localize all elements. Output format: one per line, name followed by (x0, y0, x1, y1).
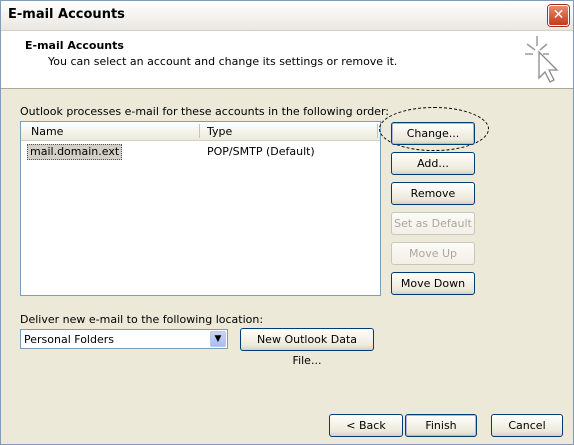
column-divider[interactable] (199, 124, 200, 138)
list-header: Name Type (21, 122, 380, 141)
remove-button[interactable]: Remove (391, 182, 475, 205)
delivery-location-value: Personal Folders (24, 333, 114, 346)
email-accounts-dialog: E-mail Accounts ✕ E-mail Accounts You ca… (0, 0, 574, 445)
move-down-button[interactable]: Move Down (391, 272, 475, 295)
new-data-file-button[interactable]: New Outlook Data File... (240, 328, 374, 367)
account-name-cell[interactable]: mail.domain.ext (27, 144, 123, 160)
cursor-sparkle-icon (525, 36, 559, 83)
finish-button[interactable]: Finish (405, 414, 477, 437)
back-button[interactable]: < Back (329, 414, 403, 437)
set-as-default-button[interactable]: Set as Default (391, 212, 475, 235)
title-bar[interactable]: E-mail Accounts ✕ (1, 1, 573, 31)
delivery-label: Deliver new e-mail to the following loca… (20, 313, 264, 326)
delivery-location-select[interactable]: Personal Folders ▼ (20, 329, 228, 349)
add-button[interactable]: Add... (391, 152, 475, 175)
header-subtitle: You can select an account and change its… (48, 55, 398, 68)
accounts-list[interactable]: Name Type mail.domain.ext POP/SMTP (Defa… (20, 121, 381, 296)
accounts-label: Outlook processes e-mail for these accou… (20, 105, 389, 118)
column-divider[interactable] (377, 124, 378, 138)
account-type-cell[interactable]: POP/SMTP (Default) (207, 145, 315, 158)
move-up-button[interactable]: Move Up (391, 242, 475, 265)
wizard-header: E-mail Accounts You can select an accoun… (1, 31, 573, 89)
close-icon[interactable]: ✕ (548, 5, 569, 26)
change-button-label: Change... (406, 127, 460, 140)
chevron-down-icon[interactable]: ▼ (210, 331, 226, 347)
column-header-type[interactable]: Type (207, 125, 232, 138)
change-button[interactable]: Change... (391, 122, 475, 145)
column-header-name[interactable]: Name (31, 125, 63, 138)
header-title: E-mail Accounts (25, 39, 124, 52)
cancel-button[interactable]: Cancel (491, 414, 563, 437)
window-title: E-mail Accounts (8, 7, 125, 22)
